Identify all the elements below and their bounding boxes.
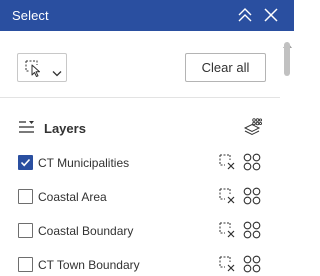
layer-label: CT Town Boundary xyxy=(38,258,140,272)
layer-checkbox[interactable] xyxy=(18,257,33,272)
clear-selection-icon[interactable] xyxy=(219,188,235,209)
layer-row-ct-town-boundary[interactable]: CT Town Boundary xyxy=(0,250,280,276)
divider xyxy=(0,97,280,98)
collapse-icon[interactable] xyxy=(237,7,253,23)
pointer-selection-icon xyxy=(25,60,43,82)
layer-options-icon[interactable] xyxy=(243,153,261,176)
layer-options-icon[interactable] xyxy=(243,221,261,244)
layer-checkbox[interactable] xyxy=(18,155,33,170)
select-panel: Select Clear all Layers CT Municipalitie… xyxy=(0,0,294,276)
clear-all-button[interactable]: Clear all xyxy=(185,53,266,82)
scrollbar-thumb[interactable] xyxy=(284,42,290,76)
layer-select-settings-icon[interactable] xyxy=(243,118,263,141)
close-icon[interactable] xyxy=(263,7,279,23)
layer-checkbox[interactable] xyxy=(18,223,33,238)
layer-row-coastal-boundary[interactable]: Coastal Boundary xyxy=(0,216,280,244)
layer-list-icon xyxy=(18,120,35,139)
layer-options-icon[interactable] xyxy=(243,255,261,276)
layer-label: CT Municipalities xyxy=(38,156,130,170)
panel-header: Select xyxy=(0,0,294,31)
panel-title: Select xyxy=(12,8,49,23)
layers-heading: Layers xyxy=(44,121,86,136)
clear-selection-icon[interactable] xyxy=(219,154,235,175)
layer-label: Coastal Boundary xyxy=(38,224,134,238)
clear-selection-icon[interactable] xyxy=(219,256,235,276)
layer-options-icon[interactable] xyxy=(243,187,261,210)
select-tool-dropdown[interactable] xyxy=(17,53,67,82)
clear-selection-icon[interactable] xyxy=(219,222,235,243)
layer-row-ct-municipalities[interactable]: CT Municipalities xyxy=(0,148,280,176)
layer-label: Coastal Area xyxy=(38,190,107,204)
layer-row-coastal-area[interactable]: Coastal Area xyxy=(0,182,280,210)
layer-checkbox[interactable] xyxy=(18,189,33,204)
chevron-down-icon xyxy=(52,64,62,82)
